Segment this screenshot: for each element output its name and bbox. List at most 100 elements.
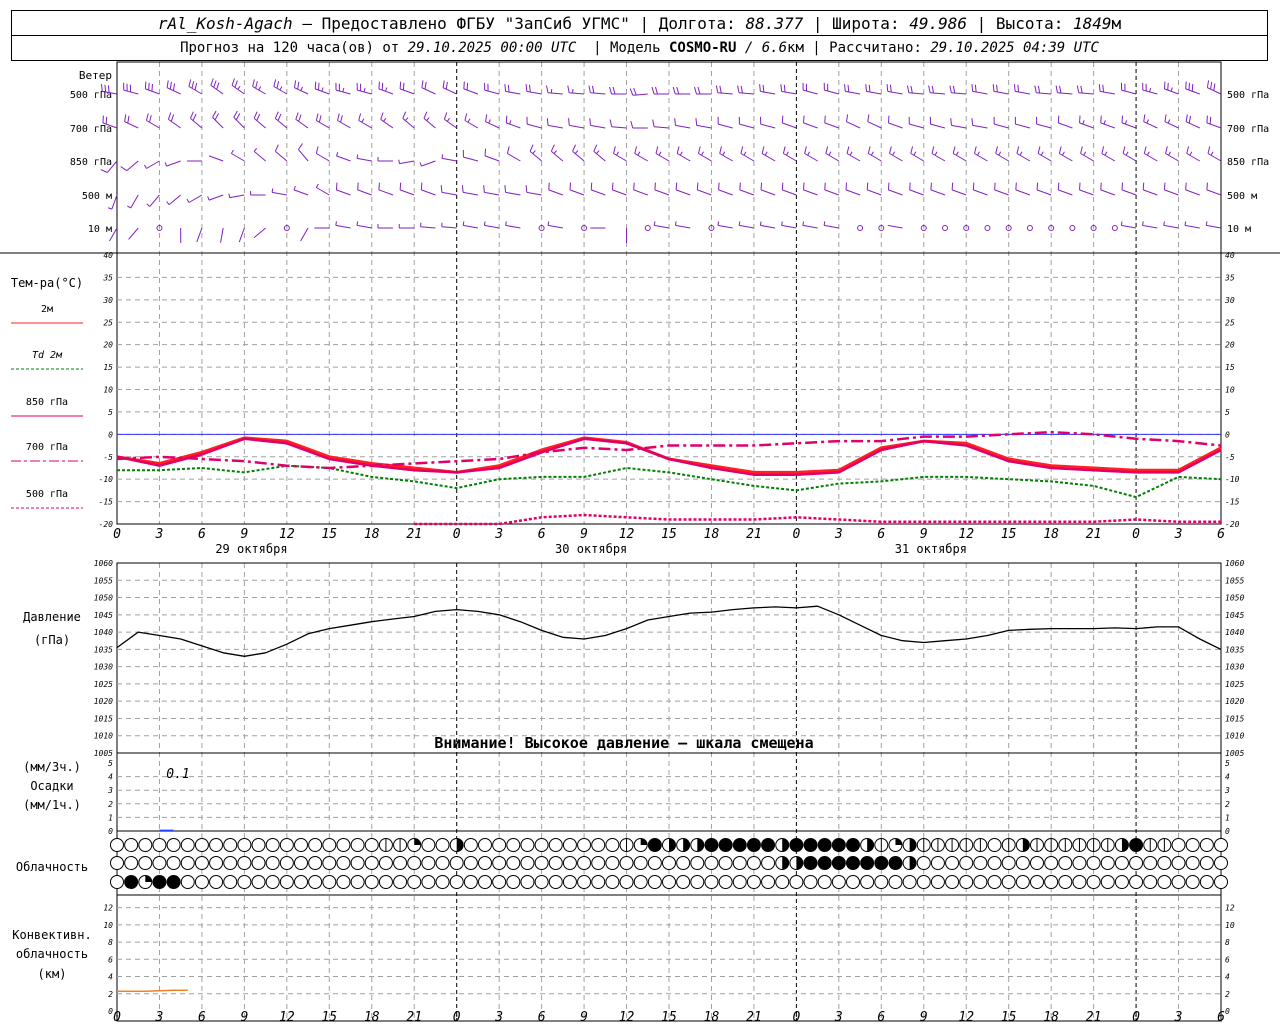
cloud-circle (223, 838, 238, 852)
wind-shaft (124, 121, 139, 129)
y-tick-label-right: 40 (1225, 251, 1235, 260)
cloud-circle (817, 838, 832, 852)
wind-barb (1207, 146, 1211, 154)
y-tick-label-right: 2 (1225, 990, 1230, 999)
wind-barb (865, 84, 868, 92)
wind-shaft (951, 189, 967, 196)
cloud-symbol (1157, 838, 1172, 852)
cloud-circle (237, 856, 252, 870)
wind-barb (213, 80, 217, 88)
wind-shaft (994, 189, 1009, 196)
wind-shaft (993, 90, 1009, 95)
wind-shaft (675, 124, 691, 129)
y-tick-label-left: 1045 (94, 611, 113, 620)
wind-barb (1163, 81, 1166, 89)
wind-level-label-right: 500 м (1227, 191, 1257, 202)
wind-barb-half (1061, 151, 1065, 156)
y-tick-label-left: 3 (107, 786, 113, 795)
wind-level-label-right: 700 гПа (1227, 124, 1269, 135)
cloud-symbol (1114, 875, 1129, 889)
wind-barb (315, 146, 319, 154)
cloud-circle (138, 838, 153, 852)
y-tick-label-right: 0 (1225, 430, 1230, 439)
wind-barb (1100, 182, 1102, 190)
wind-barb (846, 146, 850, 154)
cloud-symbol (180, 875, 195, 889)
wind-barb (380, 112, 384, 120)
y-tick-label-left: -20 (99, 520, 114, 529)
wind-shaft (1144, 153, 1158, 162)
wind-barb (630, 120, 634, 129)
wind-barb-half (426, 117, 430, 121)
wind-barb (652, 119, 655, 127)
wind-barb (214, 113, 219, 121)
cloud-symbol (166, 856, 181, 870)
cloud-symbol (520, 875, 535, 889)
cloud-circle (421, 856, 436, 870)
cloud-symbol (180, 856, 195, 870)
wind-shaft (909, 123, 924, 129)
conv-panel-unit: (км) (38, 967, 67, 981)
wind-shaft (399, 189, 415, 196)
wind-shaft (547, 124, 563, 129)
cloud-circle (987, 838, 1002, 852)
wind-shaft (781, 224, 797, 229)
cloud-symbol (138, 838, 153, 852)
wind-shaft (128, 227, 139, 240)
hour-tick-label: 12 (958, 1010, 974, 1024)
cloud-symbol (874, 838, 889, 852)
cloud-circle (336, 838, 351, 852)
wind-barb (149, 115, 152, 123)
cloud-circle (718, 838, 733, 852)
cloud-symbol (1030, 856, 1044, 870)
wind-barb-half (335, 221, 337, 226)
cloud-circle (945, 875, 960, 889)
wind-barb (973, 146, 977, 154)
wind-shaft (316, 187, 330, 196)
wind-barb (781, 115, 784, 123)
y-tick-label-left: 40 (103, 251, 113, 260)
cloud-symbol (930, 838, 945, 852)
cloud-symbol (916, 856, 931, 870)
wind-shaft (1015, 123, 1031, 129)
cloud-symbol (860, 838, 875, 852)
wind-shaft (1164, 121, 1179, 129)
wind-barb (1167, 82, 1169, 91)
wind-shaft (484, 224, 500, 229)
wind-barb (1080, 146, 1083, 154)
wind-barb-half (781, 221, 783, 226)
wind-shaft (972, 124, 988, 129)
wind-barb (655, 86, 658, 95)
conv-cloud-line (117, 989, 188, 992)
cloud-symbol (732, 875, 747, 889)
wind-barb (590, 182, 593, 190)
hour-tick-label: 12 (619, 527, 635, 542)
cloud-circle (1030, 856, 1044, 870)
wind-barb (568, 118, 570, 126)
wind-shaft (823, 224, 839, 229)
cloud-circle (180, 838, 195, 852)
wind-barb-half (722, 151, 726, 156)
wind-barb (337, 113, 340, 121)
cloud-symbol (676, 875, 691, 889)
cloud-circle (1185, 856, 1200, 870)
cloud-symbol (378, 875, 393, 889)
y-tick-label-right: 10 (1225, 386, 1235, 395)
cloud-symbol (577, 856, 592, 870)
wind-shaft (463, 224, 479, 229)
hour-tick-label: 18 (704, 527, 720, 542)
cloud-circle (294, 856, 308, 870)
wind-barb (996, 84, 998, 93)
cloud-symbol (959, 838, 974, 852)
cloud-symbol (1129, 838, 1144, 852)
wind-barb (762, 84, 765, 93)
hour-tick-label: 6 (1217, 527, 1225, 542)
temp-series-line (414, 513, 1221, 526)
cloud-circle (166, 838, 181, 852)
wind-barb (718, 182, 720, 190)
cloud-circle (251, 856, 266, 870)
cloud-circle (421, 875, 436, 889)
hour-tick-label: 3 (1174, 1010, 1183, 1024)
wind-barb-half (1125, 151, 1129, 156)
cloud-symbol (1072, 856, 1087, 870)
